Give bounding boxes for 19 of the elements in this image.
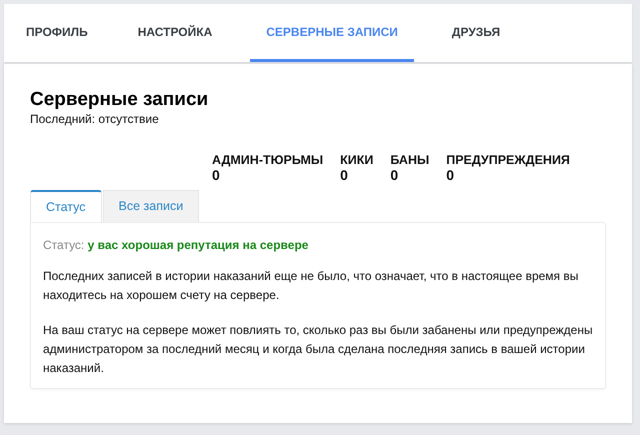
tab[interactable]: Статус: [30, 190, 102, 222]
stat-label: КИКИ: [340, 153, 374, 167]
description-paragraph: Последних записей в истории наказаний еще не было, что означает, что в настоящее время вы находитесь на хорошем счету на сервере.: [43, 268, 580, 304]
tab[interactable]: Все записи: [102, 190, 200, 222]
last-record-text: Последний: отсутствие: [30, 112, 160, 126]
stat-value: 0: [446, 167, 456, 183]
nav-tab[interactable]: НАСТРОЙКА: [122, 4, 228, 62]
stat-label: ПРЕДУПРЕЖДЕНИЯ: [446, 153, 570, 167]
status-label: Статус:: [43, 238, 84, 252]
description-paragraph: На ваш статус на сервере может повлиять то, сколько раз вы были забанены или предупреждены администратором за последний месяц и когда была сделана последняя запись в вашей истории наказаний.: [43, 322, 593, 377]
status-value: у вас хорошая репутация на сервере: [88, 238, 308, 252]
stat-label: БАНЫ: [390, 153, 430, 167]
stat-value: 0: [212, 167, 221, 183]
stat-value: 0: [340, 167, 349, 183]
nav-tab[interactable]: ДРУЗЬЯ: [436, 4, 516, 62]
stat-label: АДМИН-ТЮРЬМЫ: [212, 153, 324, 167]
page-title: Серверные записи: [30, 88, 210, 112]
nav-tab[interactable]: ПРОФИЛЬ: [10, 4, 104, 62]
stat-value: 0: [390, 167, 400, 183]
